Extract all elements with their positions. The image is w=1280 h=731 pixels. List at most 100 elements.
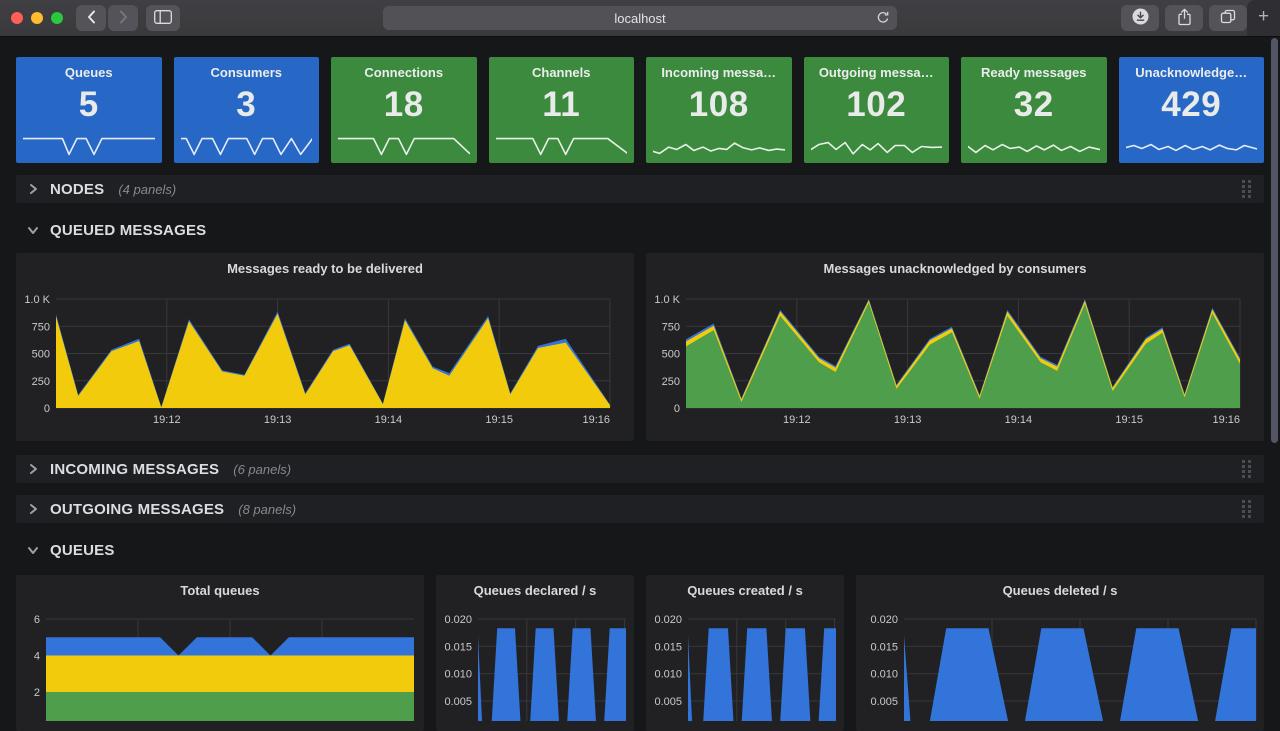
drag-handle-icon[interactable]: [1242, 460, 1251, 478]
stat-panel-ready-messages: Ready messages 32: [961, 57, 1107, 163]
row-panel-count: (8 panels): [238, 502, 296, 517]
plus-icon: +: [1258, 6, 1269, 28]
svg-text:0.020: 0.020: [444, 614, 472, 626]
row-title: INCOMING MESSAGES: [50, 461, 219, 478]
svg-text:19:16: 19:16: [582, 414, 610, 426]
sparkline: [1126, 133, 1258, 158]
share-icon: [1177, 8, 1192, 29]
back-button[interactable]: [76, 5, 106, 31]
drag-handle-icon[interactable]: [1242, 500, 1251, 518]
svg-text:0.020: 0.020: [654, 614, 682, 626]
queued-messages-panels: Messages ready to be delivered 1.0 K 750 5…: [16, 253, 1264, 441]
svg-text:0.010: 0.010: [654, 669, 682, 681]
svg-text:19:14: 19:14: [1005, 414, 1033, 426]
chart-total-queues[interactable]: 642: [16, 601, 424, 721]
sidebar-icon: [154, 10, 172, 27]
panel-title[interactable]: Queues declared / s: [436, 575, 634, 601]
svg-text:19:12: 19:12: [783, 414, 811, 426]
svg-text:1.0 K: 1.0 K: [654, 294, 680, 306]
svg-text:750: 750: [32, 321, 50, 333]
share-button[interactable]: [1165, 5, 1203, 31]
stat-panel-incoming-messages: Incoming messa… 108: [646, 57, 792, 163]
svg-text:0.005: 0.005: [654, 696, 682, 708]
row-title: QUEUED MESSAGES: [50, 222, 206, 239]
svg-text:0: 0: [674, 403, 680, 415]
stat-panel-row: Queues 5 Consumers 3 Connections 18 Chan…: [16, 57, 1264, 163]
svg-text:0.015: 0.015: [870, 641, 898, 653]
panel-title[interactable]: Total queues: [16, 575, 424, 601]
chart-queues-created[interactable]: 0.020 0.015 0.010 0.005: [646, 601, 844, 721]
svg-text:750: 750: [662, 321, 680, 333]
chart-messages-ready[interactable]: 1.0 K750500250019:1219:1319:1419:1519:16: [16, 279, 634, 439]
download-icon: [1132, 8, 1149, 28]
stat-value: 5: [79, 76, 99, 133]
svg-text:0.015: 0.015: [444, 641, 472, 653]
chevron-down-icon: [26, 543, 40, 557]
url-text: localhost: [614, 11, 665, 26]
row-queued-messages[interactable]: QUEUED MESSAGES: [16, 217, 1264, 243]
row-panel-count: (6 panels): [233, 462, 291, 477]
panel-title[interactable]: Messages unacknowledged by consumers: [646, 253, 1264, 279]
tab-overview-button[interactable]: [1209, 5, 1247, 31]
row-title: OUTGOING MESSAGES: [50, 501, 224, 518]
drag-handle-icon[interactable]: [1242, 180, 1251, 198]
chevron-right-icon: [26, 182, 40, 196]
svg-text:19:15: 19:15: [485, 414, 513, 426]
chart-messages-unacknowledged[interactable]: 1.0 K750500250019:1219:1319:1419:1519:16: [646, 279, 1264, 439]
forward-button[interactable]: [108, 5, 138, 31]
svg-text:250: 250: [662, 376, 680, 388]
sparkline: [181, 133, 313, 158]
stat-panel-outgoing-messages: Outgoing messa… 102: [804, 57, 950, 163]
row-panel-count: (4 panels): [118, 182, 176, 197]
row-title: NODES: [50, 181, 104, 198]
tabs-icon: [1220, 9, 1236, 27]
svg-text:0.010: 0.010: [870, 669, 898, 681]
stat-value: 108: [689, 76, 749, 133]
sparkline: [338, 133, 470, 158]
row-queues[interactable]: QUEUES: [16, 537, 1264, 563]
page-scrollbar[interactable]: [1271, 38, 1278, 443]
panel-queues-created: Queues created / s 0.020 0.015 0.010 0.005: [646, 575, 844, 731]
reload-icon[interactable]: [876, 11, 890, 30]
chevron-right-icon: [26, 502, 40, 516]
row-incoming-messages[interactable]: INCOMING MESSAGES (6 panels): [16, 455, 1264, 483]
chart-queues-declared[interactable]: 0.0200.0150.0100.005: [436, 601, 634, 721]
chevron-right-icon: [26, 462, 40, 476]
new-tab-button[interactable]: +: [1247, 0, 1280, 36]
svg-text:500: 500: [662, 349, 680, 361]
panel-title[interactable]: Queues deleted / s: [856, 575, 1264, 601]
dashboard: Queues 5 Consumers 3 Connections 18 Chan…: [0, 37, 1280, 731]
panel-title[interactable]: Queues created / s: [646, 575, 844, 601]
stat-value: 11: [542, 76, 580, 133]
row-title: QUEUES: [50, 542, 115, 559]
svg-text:0.005: 0.005: [870, 696, 898, 708]
svg-text:500: 500: [32, 349, 50, 361]
svg-text:4: 4: [34, 651, 40, 663]
stat-panel-unacknowledged: Unacknowledge… 429: [1119, 57, 1265, 163]
zoom-window-button[interactable]: [51, 12, 63, 24]
row-nodes[interactable]: NODES (4 panels): [16, 175, 1264, 203]
svg-text:19:15: 19:15: [1115, 414, 1143, 426]
close-window-button[interactable]: [11, 12, 23, 24]
row-outgoing-messages[interactable]: OUTGOING MESSAGES (8 panels): [16, 495, 1264, 523]
panel-messages-unacknowledged: Messages unacknowledged by consumers 1.0…: [646, 253, 1264, 441]
panel-title[interactable]: Messages ready to be delivered: [16, 253, 634, 279]
panel-total-queues: Total queues 642: [16, 575, 424, 731]
sparkline: [968, 133, 1100, 158]
svg-text:0.020: 0.020: [870, 614, 898, 626]
chevron-down-icon: [26, 223, 40, 237]
svg-text:0.010: 0.010: [444, 669, 472, 681]
stat-value: 18: [384, 76, 424, 133]
panel-queues-deleted: Queues deleted / s 0.020 0.015 0.010 0.005: [856, 575, 1264, 731]
chart-queues-deleted[interactable]: 0.020 0.015 0.010 0.005: [856, 601, 1264, 721]
svg-text:0.015: 0.015: [654, 641, 682, 653]
svg-text:1.0 K: 1.0 K: [24, 294, 50, 306]
sidebar-toggle-button[interactable]: [146, 5, 180, 31]
address-bar[interactable]: localhost: [383, 6, 897, 30]
stat-panel-consumers: Consumers 3: [174, 57, 320, 163]
svg-text:19:16: 19:16: [1212, 414, 1240, 426]
queues-panels: Total queues 642 Queues declared / s 0.0…: [16, 575, 1264, 731]
minimize-window-button[interactable]: [31, 12, 43, 24]
stat-value: 32: [1014, 76, 1054, 133]
downloads-button[interactable]: [1121, 5, 1159, 31]
